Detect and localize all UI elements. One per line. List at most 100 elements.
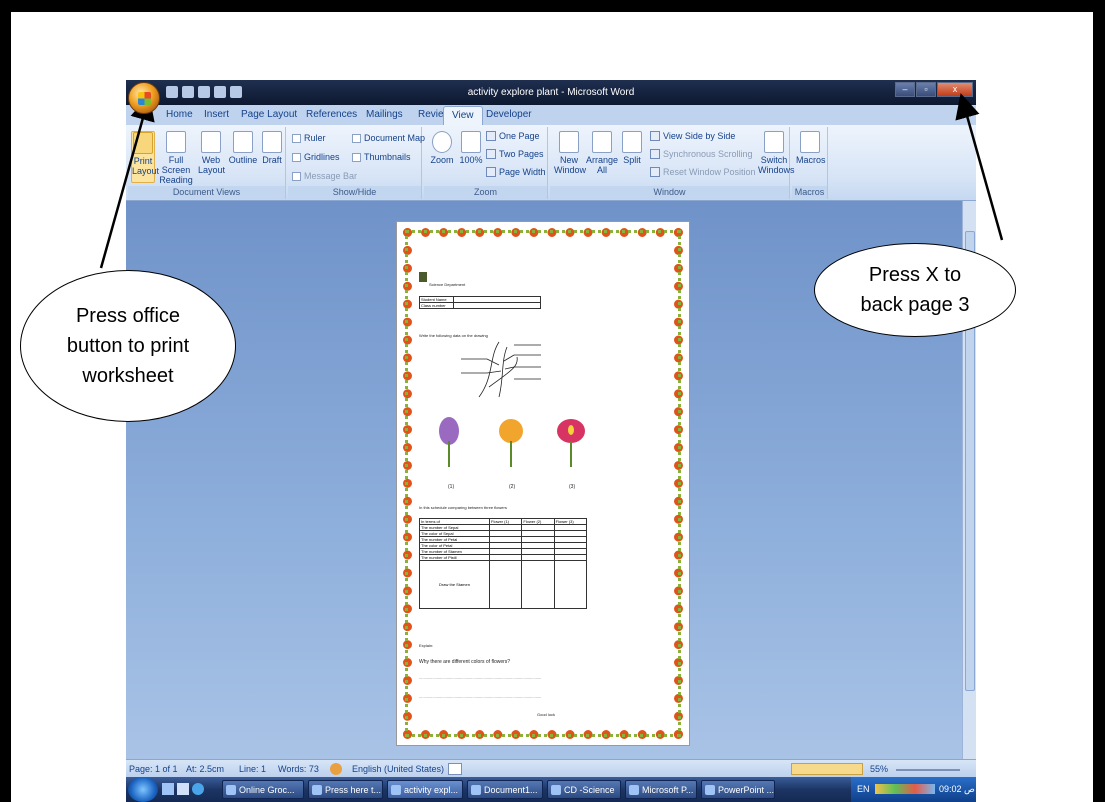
- task-activity-expl[interactable]: activity expl...: [387, 780, 463, 799]
- web-layout-button[interactable]: Web Layout: [198, 131, 225, 175]
- tray-icons[interactable]: [875, 784, 935, 794]
- group-label-document-views: Document Views: [128, 186, 285, 199]
- tab-page-layout[interactable]: Page Layout: [241, 109, 297, 120]
- tab-view[interactable]: View: [443, 106, 483, 126]
- screen-frame: activity explore plant - Microsoft Word …: [0, 0, 1105, 802]
- full-screen-reading-button[interactable]: Full Screen Reading: [158, 131, 194, 185]
- arrange-all-icon: [592, 131, 612, 153]
- arrange-all-button[interactable]: Arrange All: [586, 131, 618, 175]
- synchronous-scrolling-button[interactable]: Synchronous Scrolling: [650, 149, 753, 159]
- split-icon: [622, 131, 642, 153]
- reset-window-position-button[interactable]: Reset Window Position: [650, 167, 756, 177]
- print-layout-button[interactable]: Print Layout: [131, 131, 159, 183]
- group-document-views: Print Layout Full Screen Reading Web Lay…: [128, 127, 286, 199]
- document-page[interactable]: Science Department Student Name Class nu…: [396, 221, 690, 746]
- language-bar[interactable]: EN: [857, 784, 870, 794]
- full-screen-icon: [166, 131, 186, 153]
- ie-icon[interactable]: [192, 783, 204, 795]
- zoom-slider[interactable]: [896, 769, 960, 771]
- show-desktop-icon[interactable]: [162, 783, 174, 795]
- switch-windows-button[interactable]: Switch Windows: [758, 131, 795, 175]
- task-online-groc[interactable]: Online Groc...: [222, 780, 304, 799]
- two-pages-button[interactable]: Two Pages: [486, 149, 544, 159]
- print-layout-icon: [133, 132, 153, 154]
- start-button[interactable]: [128, 777, 158, 802]
- message-bar-checkbox[interactable]: Message Bar: [292, 171, 357, 181]
- close-button[interactable]: x: [937, 82, 973, 97]
- explain-label: Explain:: [419, 643, 434, 648]
- system-tray: EN 09:02 ص: [851, 777, 976, 802]
- bullet-text: In this schedule comparing between three…: [419, 505, 507, 510]
- restore-button[interactable]: ▫: [916, 82, 936, 97]
- draft-button[interactable]: Draft: [260, 131, 284, 165]
- word-count[interactable]: Words: 73: [278, 764, 319, 774]
- thumbnails-checkbox[interactable]: Thumbnails: [352, 152, 411, 162]
- macro-record-icon[interactable]: [448, 763, 462, 775]
- task-press-here[interactable]: Press here t...: [308, 780, 383, 799]
- page-100-icon: [461, 131, 481, 153]
- group-show-hide: Ruler Gridlines Message Bar Document Map…: [288, 127, 425, 199]
- flower-diagram: [461, 341, 541, 398]
- flower-1-image: [435, 417, 463, 469]
- office-button[interactable]: [128, 82, 160, 114]
- outline-button[interactable]: Outline: [228, 131, 258, 165]
- task-microsoft-p[interactable]: Microsoft P...: [625, 780, 697, 799]
- two-pages-icon: [486, 149, 496, 159]
- view-side-by-side-button[interactable]: View Side by Side: [650, 131, 735, 141]
- group-zoom: Zoom 100% One Page Two Pages Page Width …: [424, 127, 548, 199]
- school-logo-icon: [419, 272, 427, 282]
- line-number[interactable]: Line: 1: [239, 764, 266, 774]
- group-label-show-hide: Show/Hide: [288, 186, 421, 199]
- page-count[interactable]: Page: 1 of 1: [129, 764, 178, 774]
- student-info-table: Student Name Class number: [419, 296, 541, 309]
- tab-mailings[interactable]: Mailings: [366, 109, 403, 120]
- tab-insert[interactable]: Insert: [204, 109, 229, 120]
- zoom-level[interactable]: 55%: [870, 764, 888, 774]
- tab-developer[interactable]: Developer: [486, 109, 532, 120]
- one-page-icon: [486, 131, 496, 141]
- tab-references[interactable]: References: [306, 109, 357, 120]
- office-logo-icon: [138, 92, 151, 105]
- split-button[interactable]: Split: [620, 131, 644, 165]
- title-bar: activity explore plant - Microsoft Word …: [126, 80, 976, 105]
- answer-line-1: ........................................…: [419, 675, 542, 680]
- page-width-button[interactable]: Page Width: [486, 167, 546, 177]
- sync-scroll-icon: [650, 149, 660, 159]
- group-macros: Macros Macros: [792, 127, 828, 199]
- new-window-button[interactable]: New Window: [554, 131, 586, 175]
- proofing-icon[interactable]: [330, 763, 342, 775]
- flower-label-3: (3): [569, 484, 576, 490]
- class-number-label: Class number: [419, 302, 454, 309]
- reset-position-icon: [650, 167, 660, 177]
- zoom-100-button[interactable]: 100%: [458, 131, 484, 165]
- comparison-table: In terms of Flower (1) Flower (2) Flower…: [419, 518, 588, 609]
- task-powerpoint[interactable]: PowerPoint ...: [701, 780, 775, 799]
- task-cd-science[interactable]: CD -Science: [547, 780, 621, 799]
- side-by-side-icon: [650, 131, 660, 141]
- switch-windows-icon[interactable]: [177, 783, 189, 795]
- one-page-button[interactable]: One Page: [486, 131, 540, 141]
- flower-label-2: (2): [509, 484, 516, 490]
- clock[interactable]: 09:02 ص: [939, 784, 975, 795]
- cursor-position[interactable]: At: 2.5cm: [186, 764, 224, 774]
- group-label-window: Window: [550, 186, 789, 199]
- ruler-checkbox[interactable]: Ruler: [292, 133, 326, 143]
- callout-office-button: Press office button to print worksheet: [20, 270, 236, 422]
- task-document1[interactable]: Document1...: [467, 780, 543, 799]
- tab-home[interactable]: Home: [166, 109, 193, 120]
- zoom-button[interactable]: Zoom: [428, 131, 456, 165]
- table-row: Draw the Stamen: [419, 560, 588, 609]
- flower-label-1: (1): [448, 484, 455, 490]
- language-indicator[interactable]: English (United States): [352, 764, 444, 774]
- gridlines-checkbox[interactable]: Gridlines: [292, 152, 340, 162]
- group-window: New Window Arrange All Split View Side b…: [550, 127, 795, 199]
- ribbon-tabs: Home Insert Page Layout References Maili…: [126, 105, 976, 126]
- window-controls: – ▫ x: [895, 82, 973, 97]
- macros-button[interactable]: Macros: [796, 131, 826, 165]
- document-map-checkbox[interactable]: Document Map: [352, 133, 425, 143]
- group-label-zoom: Zoom: [424, 186, 547, 199]
- minimize-button[interactable]: –: [895, 82, 915, 97]
- question-text: Why there are different colors of flower…: [419, 659, 511, 665]
- view-buttons[interactable]: [791, 763, 863, 775]
- good-luck-text: Good luck: [537, 712, 556, 717]
